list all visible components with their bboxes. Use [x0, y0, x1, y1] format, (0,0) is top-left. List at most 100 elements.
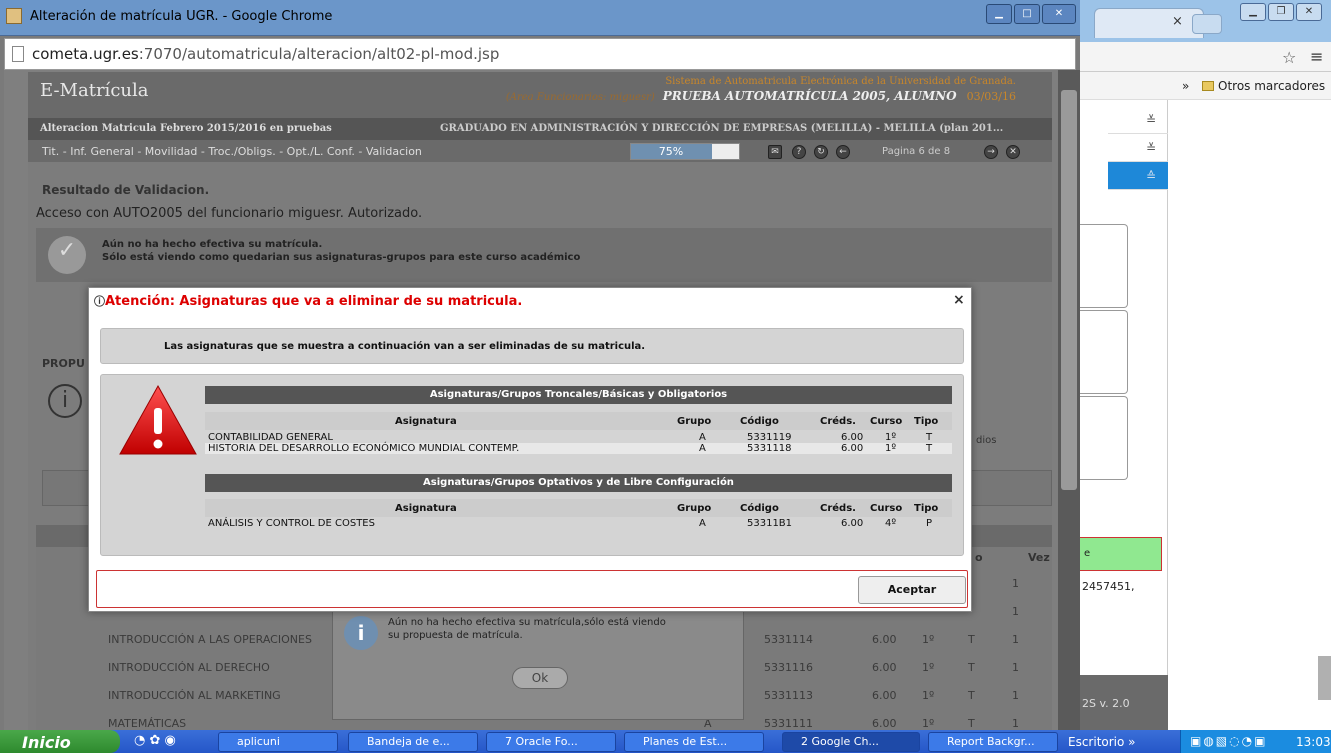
back-arrow-icon[interactable]: ← — [836, 145, 850, 159]
version-text: 2S v. 2.0 — [1082, 697, 1130, 710]
background-card — [1080, 396, 1128, 480]
background-card — [1080, 310, 1128, 394]
chevron-down-icon[interactable]: ≚ — [1108, 106, 1168, 134]
scrollbar-thumb[interactable] — [1061, 90, 1077, 490]
cell-tipo: P — [926, 518, 933, 529]
new-tab-button[interactable] — [1192, 14, 1222, 34]
cell-curso: 1º — [885, 443, 897, 454]
cell-tipo: T — [968, 633, 975, 646]
cell-vez: 1 — [1012, 717, 1019, 730]
cell-grupo: A — [699, 518, 706, 529]
table2-title: Asignaturas/Grupos Optativos y de Libre … — [205, 474, 952, 492]
cell-nombre: INTRODUCCIÓN AL DERECHO — [108, 661, 270, 674]
app-name: E-Matrícula — [40, 80, 149, 101]
table-row: CONTABILIDAD GENERAL A 5331119 6.00 1º T — [205, 432, 952, 443]
desktop-toolbar[interactable]: Escritorio » — [1068, 735, 1136, 749]
taskbar-item[interactable]: aplicuni — [218, 732, 338, 752]
table1-title: Asignaturas/Grupos Troncales/Básicas y O… — [205, 386, 952, 404]
cell-grupo: A — [699, 443, 706, 454]
accept-button[interactable]: Aceptar — [858, 576, 966, 604]
mail-icon[interactable]: ✉ — [768, 145, 782, 159]
cell-codigo: 5331119 — [747, 432, 792, 443]
close-icon[interactable]: ✕ — [1296, 3, 1322, 21]
background-tab[interactable] — [1094, 8, 1204, 38]
access-text: Acceso con AUTO2005 del funcionario migu… — [36, 206, 423, 221]
chevron-down-icon[interactable]: ≚ — [1108, 134, 1168, 162]
breadcrumb[interactable]: Tit. - Inf. General - Movilidad - Troc./… — [42, 145, 422, 158]
modal-footer — [96, 570, 968, 608]
cell-asignatura: CONTABILIDAD GENERAL — [208, 432, 333, 443]
menu-icon[interactable]: ≡ — [1310, 47, 1323, 66]
bookmarks-more-icon[interactable]: » — [1182, 79, 1189, 93]
page-icon — [12, 46, 24, 62]
app-icon — [6, 8, 22, 24]
background-address-bar: ☆ ≡ — [1080, 42, 1331, 72]
check-icon: ✓ — [57, 238, 77, 263]
cell-curso: 1º — [922, 689, 935, 702]
cell-creds: 6.00 — [872, 633, 897, 646]
bookmarks-bar: » Otros marcadores — [1080, 72, 1331, 100]
system-name: Sistema de Automatricula Electrónica de … — [665, 76, 1016, 87]
bookmark-folder-label[interactable]: Otros marcadores — [1218, 79, 1325, 93]
quicklaunch-icons[interactable]: ◔ ✿ ◉ — [134, 733, 176, 748]
cell-asignatura: ANÁLISIS Y CONTROL DE COSTES — [208, 518, 375, 529]
cell-nombre: INTRODUCCIÓN AL MARKETING — [108, 689, 281, 702]
background-window-controls: ▁ ❐ ✕ — [1240, 3, 1326, 23]
column-header-vez: Vez — [1028, 551, 1050, 564]
warning-icon — [119, 384, 197, 455]
url-text[interactable]: cometa.ugr.es:7070/automatricula/alterac… — [32, 45, 499, 63]
cell-tipo: T — [926, 432, 933, 443]
taskbar-item[interactable]: Planes de Est... — [624, 732, 764, 752]
cell-curso: 4º — [885, 518, 897, 529]
info-icon: i — [344, 616, 378, 650]
background-card — [1080, 224, 1128, 308]
taskbar-item[interactable]: Bandeja de e... — [348, 732, 478, 752]
clock: 13:03 — [1296, 735, 1331, 749]
cell-tipo: T — [968, 661, 975, 674]
cell-creds: 6.00 — [841, 443, 864, 454]
page-indicator: Pagina 6 de 8 — [882, 146, 951, 157]
tray-icons[interactable]: ▣◍▧◌◔▣ — [1190, 734, 1267, 748]
chevron-up-icon[interactable]: ≙ — [1108, 162, 1168, 190]
column-header: o — [975, 551, 983, 564]
number-text: 2457451, — [1082, 580, 1135, 593]
table1-header: Asignatura Grupo Código Créds. Curso Tip… — [205, 412, 952, 430]
tab-close-icon[interactable]: × — [1172, 14, 1183, 29]
cell-codigo: 5331118 — [747, 443, 792, 454]
cell-vez: 1 — [1012, 661, 1019, 674]
table2-header: Asignatura Grupo Código Créds. Curso Tip… — [205, 499, 952, 517]
cell-vez: 1 — [1012, 605, 1019, 618]
star-icon[interactable]: ☆ — [1282, 48, 1296, 67]
taskbar-item[interactable]: Report Backgr... — [928, 732, 1058, 752]
taskbar-item[interactable]: 7 Oracle Fo... — [486, 732, 616, 752]
cell-creds: 6.00 — [841, 432, 864, 443]
restore-icon[interactable]: ❐ — [1268, 3, 1294, 21]
minimize-icon[interactable]: ▁ — [1240, 3, 1266, 21]
green-button[interactable] — [1080, 537, 1162, 571]
cell-codigo: 5331113 — [764, 689, 813, 702]
exit-icon[interactable]: ✕ — [1006, 145, 1020, 159]
forward-arrow-icon[interactable]: → — [984, 145, 998, 159]
minimize-icon[interactable]: ▁ — [986, 4, 1012, 24]
cell-curso: 1º — [885, 432, 897, 443]
ok-button[interactable]: Ok — [512, 667, 568, 689]
right-scrollbar-thumb[interactable] — [1318, 656, 1331, 700]
grado-label: GRADUADO EN ADMINISTRACIÓN Y DIRECCIÓN D… — [440, 123, 1004, 134]
dios-text: dios — [976, 435, 997, 446]
maximize-icon[interactable]: □ — [1014, 4, 1040, 24]
section-title: Resultado de Validacion. — [42, 183, 210, 197]
green-button-label: e — [1084, 548, 1091, 559]
prueba-label: PRUEBA AUTOMATRÍCULA 2005, ALUMNO — [662, 89, 957, 103]
header-date: 03/03/16 — [966, 90, 1016, 103]
close-icon[interactable]: × — [953, 292, 965, 308]
cell-nombre: INTRODUCCIÓN A LAS OPERACIONES — [108, 633, 312, 646]
close-icon[interactable]: ✕ — [1042, 4, 1076, 24]
taskbar-item[interactable]: 2 Google Ch... — [782, 732, 920, 752]
refresh-icon[interactable]: ↻ — [814, 145, 828, 159]
folder-icon — [1202, 81, 1214, 91]
right-scrollbar[interactable] — [1312, 100, 1331, 730]
window-title: Alteración de matrícula UGR. - Google Ch… — [30, 9, 333, 24]
cell-codigo: 5331116 — [764, 661, 813, 674]
cell-creds: 6.00 — [872, 689, 897, 702]
help-icon[interactable]: ? — [792, 145, 806, 159]
